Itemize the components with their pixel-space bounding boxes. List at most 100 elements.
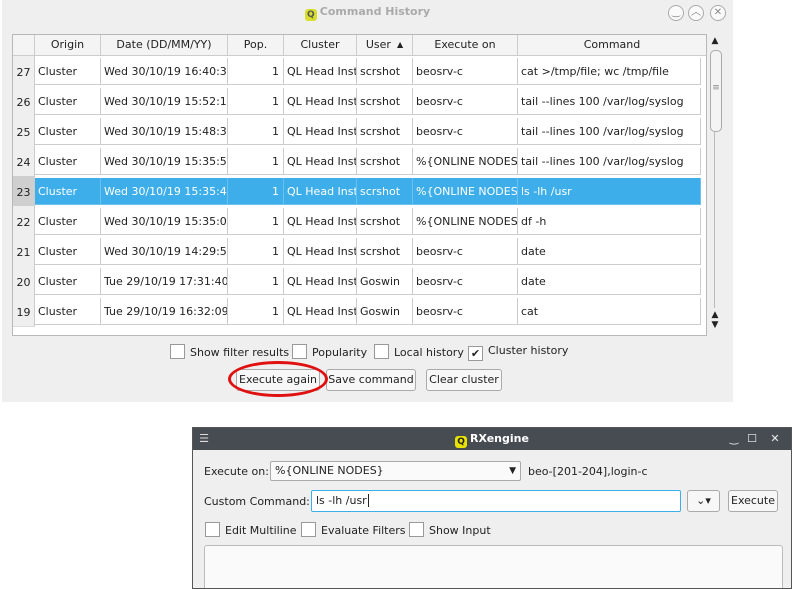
scroll-up-icon[interactable]: ▲ — [708, 36, 722, 46]
scroll-thumb[interactable] — [710, 50, 722, 132]
command-history-window: Q Command History ‿ ︿ ✕ Origin Date (DD/M… — [2, 0, 733, 402]
execute-button[interactable]: Execute — [728, 490, 778, 512]
cell-pop: 1 — [228, 88, 284, 115]
cell-execute-on: beosrv-c — [413, 118, 518, 145]
show-input-checkbox[interactable]: Show Input — [409, 522, 491, 537]
col-execute-on[interactable]: Execute on — [413, 35, 518, 55]
clear-cluster-button[interactable]: Clear cluster — [426, 369, 502, 391]
cell-pop: 1 — [228, 58, 284, 85]
window-title: Q Command History — [2, 5, 733, 21]
chevron-down-icon: ⌄▾ — [696, 494, 711, 507]
table-row[interactable]: 19 Cluster Tue 29/10/19 16:32:09 1 QL Head I… — [13, 296, 706, 327]
cell-origin: Cluster — [35, 178, 101, 205]
maximize-icon: ︿ — [691, 7, 701, 18]
cell-date: Tue 29/10/19 17:31:40 — [101, 268, 228, 295]
cell-command: cat — [518, 298, 701, 325]
cell-date: Wed 30/10/19 15:35:43 — [101, 178, 228, 205]
row-number: 19 — [13, 296, 35, 327]
cell-user: Goswin — [357, 298, 413, 325]
minimize-icon[interactable]: ‿ — [727, 432, 741, 446]
cell-cluster: QL Head Inst — [284, 238, 357, 265]
close-button[interactable]: ✕ — [710, 5, 726, 21]
table-row[interactable]: 22 Cluster Wed 30/10/19 15:35:01 1 QL Head I… — [13, 206, 706, 237]
cell-date: Wed 30/10/19 14:29:58 — [101, 238, 228, 265]
cell-command: cat >/tmp/file; wc /tmp/file — [518, 58, 701, 85]
cell-user: scrshot — [357, 238, 413, 265]
cell-cluster: QL Head Inst — [284, 298, 357, 325]
maximize-icon[interactable]: ☐ — [745, 432, 759, 446]
app-logo-icon: Q — [455, 436, 468, 448]
cell-date: Wed 30/10/19 15:35:52 — [101, 148, 228, 175]
col-date[interactable]: Date (DD/MM/YY) — [101, 35, 228, 55]
cell-date: Wed 30/10/19 15:52:19 — [101, 88, 228, 115]
cell-command: ls -lh /usr — [518, 178, 701, 205]
cell-pop: 1 — [228, 178, 284, 205]
vertical-scrollbar[interactable]: ▲ ▲▼ — [708, 36, 722, 334]
checkbox-box — [170, 344, 185, 359]
cluster-history-checkbox[interactable]: ✔ Cluster history — [468, 344, 568, 361]
rxengine-titlebar[interactable]: ☰ Q RXengine ‿ ☐ ✕ — [193, 428, 791, 450]
table-row[interactable]: 21 Cluster Wed 30/10/19 14:29:58 1 QL Head I… — [13, 236, 706, 267]
output-area[interactable] — [204, 545, 783, 588]
cell-execute-on: beosrv-c — [413, 268, 518, 295]
cell-pop: 1 — [228, 268, 284, 295]
table-row[interactable]: 20 Cluster Tue 29/10/19 17:31:40 1 QL Head I… — [13, 266, 706, 297]
local-history-checkbox[interactable]: Local history — [374, 344, 464, 359]
save-command-button[interactable]: Save command — [326, 369, 416, 391]
evaluate-filters-checkbox[interactable]: Evaluate Filters — [301, 522, 406, 537]
cell-origin: Cluster — [35, 148, 101, 175]
row-number: 26 — [13, 86, 35, 117]
cell-origin: Cluster — [35, 238, 101, 265]
cell-pop: 1 — [228, 118, 284, 145]
history-dropdown-button[interactable]: ⌄▾ — [687, 490, 720, 512]
cell-date: Wed 30/10/19 15:48:35 — [101, 118, 228, 145]
table-row[interactable]: 25 Cluster Wed 30/10/19 15:48:35 1 QL Head I… — [13, 116, 706, 147]
execute-on-select[interactable]: %{ONLINE NODES} ▼ — [270, 461, 521, 481]
col-origin[interactable]: Origin — [35, 35, 101, 55]
scroll-down-icon[interactable]: ▲ ▼ — [708, 310, 722, 330]
cell-cluster: QL Head Inst — [284, 148, 357, 175]
row-number: 27 — [13, 56, 35, 87]
col-user[interactable]: User ▲ — [357, 35, 413, 55]
cell-date: Wed 30/10/19 15:35:01 — [101, 208, 228, 235]
row-number: 25 — [13, 116, 35, 147]
resolved-nodes: beo-[201-204],login-c — [528, 465, 648, 478]
cell-command: df -h — [518, 208, 701, 235]
cell-user: scrshot — [357, 118, 413, 145]
show-filter-results-checkbox[interactable]: Show filter results — [170, 344, 289, 359]
cell-cluster: QL Head Inst — [284, 178, 357, 205]
table-row[interactable]: 23 Cluster Wed 30/10/19 15:35:43 1 QL Head I… — [13, 176, 706, 207]
table-row[interactable]: 24 Cluster Wed 30/10/19 15:35:52 1 QL Head I… — [13, 146, 706, 177]
execute-on-label: Execute on: — [204, 465, 269, 478]
cell-date: Wed 30/10/19 16:40:35 — [101, 58, 228, 85]
col-command[interactable]: Command — [518, 35, 706, 55]
table-row[interactable]: 27 Cluster Wed 30/10/19 16:40:35 1 QL Head I… — [13, 56, 706, 87]
cell-command: tail --lines 100 /var/log/syslog — [518, 88, 701, 115]
minimize-button[interactable]: ‿ — [668, 5, 684, 21]
command-history-titlebar[interactable]: Q Command History ‿ ︿ ✕ — [2, 0, 733, 26]
minimize-icon: ‿ — [671, 7, 681, 18]
cell-origin: Cluster — [35, 118, 101, 145]
maximize-button[interactable]: ︿ — [688, 5, 704, 21]
cell-execute-on: beosrv-c — [413, 58, 518, 85]
table-row[interactable]: 26 Cluster Wed 30/10/19 15:52:19 1 QL Head I… — [13, 86, 706, 117]
checkbox-box — [292, 344, 307, 359]
sort-ascending-icon: ▲ — [396, 40, 404, 49]
cell-cluster: QL Head Inst — [284, 268, 357, 295]
custom-command-input[interactable]: ls -lh /usr — [311, 490, 681, 512]
checkbox-box — [409, 522, 424, 537]
popularity-checkbox[interactable]: Popularity — [292, 344, 367, 359]
col-cluster[interactable]: Cluster — [284, 35, 357, 55]
cell-pop: 1 — [228, 208, 284, 235]
cell-command: date — [518, 238, 701, 265]
col-pop[interactable]: Pop. — [228, 35, 284, 55]
checkbox-box — [374, 344, 389, 359]
edit-multiline-checkbox[interactable]: Edit Multiline — [205, 522, 297, 537]
cell-execute-on: %{ONLINE NODES} — [413, 148, 518, 175]
close-icon[interactable]: ✕ — [768, 432, 782, 446]
row-number: 24 — [13, 146, 35, 177]
row-number: 22 — [13, 206, 35, 237]
cell-user: scrshot — [357, 178, 413, 205]
cell-execute-on: beosrv-c — [413, 298, 518, 325]
scroll-track[interactable] — [714, 132, 715, 308]
